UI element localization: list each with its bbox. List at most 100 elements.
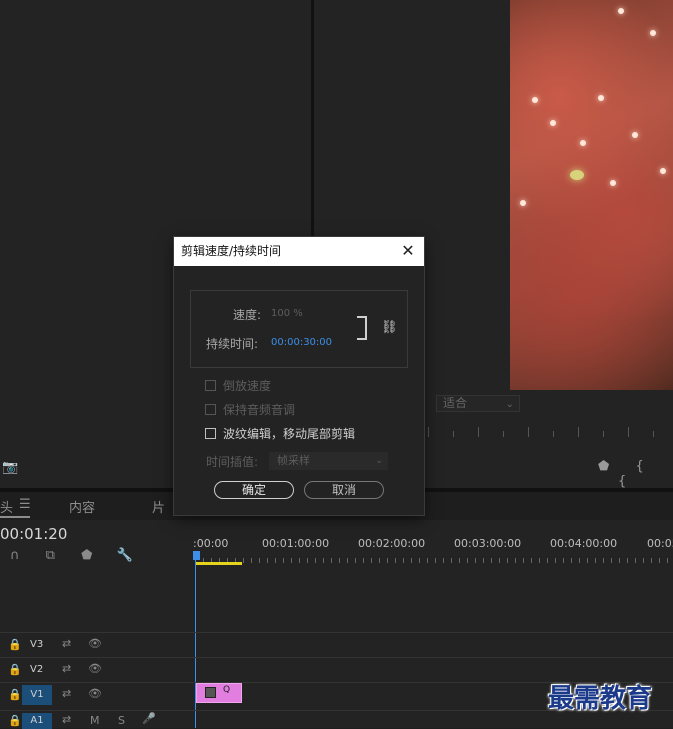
ruler-tick xyxy=(291,558,292,563)
duration-value[interactable]: 00:00:30:00 xyxy=(271,337,332,348)
ruler-tick xyxy=(507,558,508,563)
hamburger-icon[interactable]: ☰ xyxy=(19,497,31,512)
ruler-tick xyxy=(443,558,444,563)
clip-speed-dialog: 剪辑速度/持续时间 ✕ 速度: 100 % 持续时间: 00:00:30:00 … xyxy=(174,237,424,515)
sync-lock-icon[interactable]: ⇄ xyxy=(62,713,71,726)
reverse-speed-label: 倒放速度 xyxy=(223,379,272,393)
dialog-title-bar: 剪辑速度/持续时间 ✕ xyxy=(174,237,424,266)
eye-icon[interactable]: 👁 xyxy=(88,687,102,700)
ruler-label-4: 00:04:00:00 xyxy=(550,537,618,550)
ok-button[interactable]: 确定 xyxy=(214,481,294,499)
program-controls: ⬟ { { xyxy=(598,459,673,489)
link-bracket xyxy=(357,316,367,340)
sync-lock-icon[interactable]: ⇄ xyxy=(62,687,71,700)
ruler-tick xyxy=(547,558,548,563)
mute-button[interactable]: M xyxy=(90,714,100,727)
ruler-tick xyxy=(347,558,348,563)
ruler-tick xyxy=(595,558,596,563)
timeline-ruler[interactable] xyxy=(195,555,673,563)
ruler-tick xyxy=(315,558,316,563)
camera-icon[interactable]: 📷 xyxy=(2,460,18,475)
lock-icon[interactable]: 🔒 xyxy=(8,638,22,651)
speed-value[interactable]: 100 % xyxy=(271,308,303,319)
wrench-icon[interactable]: 🔧 xyxy=(117,548,133,563)
ruler-tick xyxy=(531,558,532,563)
ruler-tick xyxy=(523,558,524,563)
ruler-tick xyxy=(539,558,540,563)
snap-icon[interactable]: ∩ xyxy=(10,548,20,563)
ruler-tick xyxy=(571,558,572,563)
timeline-timecode[interactable]: 00:01:20 xyxy=(0,525,67,543)
marker-icon[interactable]: ⬟ xyxy=(598,459,609,474)
microphone-icon[interactable]: 🎤 xyxy=(142,712,156,725)
ruler-tick xyxy=(243,558,244,563)
chain-link-icon[interactable]: ⛓ xyxy=(381,320,398,335)
ruler-tick xyxy=(355,558,356,563)
track-label[interactable]: V1 xyxy=(22,685,52,705)
ruler-tick xyxy=(627,558,628,563)
ruler-tick xyxy=(323,558,324,563)
fit-select[interactable]: 适合 ⌄ xyxy=(436,395,520,412)
reverse-speed-checkbox[interactable] xyxy=(205,380,216,391)
speed-group xyxy=(190,290,408,368)
ruler-tick xyxy=(307,558,308,563)
ruler-tick xyxy=(251,558,252,563)
clip-label: Q xyxy=(223,685,231,695)
ruler-tick xyxy=(459,558,460,563)
ruler-label-2: 00:02:00:00 xyxy=(358,537,426,550)
maintain-pitch-checkbox[interactable] xyxy=(205,404,216,415)
mark-in-icon[interactable]: { xyxy=(635,459,643,474)
cancel-button[interactable]: 取消 xyxy=(304,481,384,499)
ruler-tick xyxy=(259,558,260,563)
eye-icon[interactable]: 👁 xyxy=(88,637,102,650)
ruler-tick xyxy=(515,558,516,563)
ruler-tick xyxy=(275,558,276,563)
tab-clip[interactable]: 片 xyxy=(152,497,165,516)
tab-content[interactable]: 内容 xyxy=(69,497,95,516)
ruler-tick xyxy=(363,558,364,563)
lock-icon[interactable]: 🔒 xyxy=(8,688,22,701)
ruler-tick xyxy=(387,558,388,563)
duration-label: 持续时间: xyxy=(206,337,259,351)
fit-select-value: 适合 xyxy=(443,396,468,410)
ruler-tick xyxy=(475,558,476,563)
time-interp-value: 帧采样 xyxy=(277,454,310,467)
ripple-edit-checkbox[interactable] xyxy=(205,428,216,439)
track-label[interactable]: V2 xyxy=(30,664,43,675)
ruler-tick xyxy=(635,558,636,563)
ruler-tick xyxy=(659,558,660,563)
tab-underline xyxy=(0,516,30,518)
add-marker-icon[interactable]: ⬟ xyxy=(81,548,92,563)
dialog-title: 剪辑速度/持续时间 xyxy=(181,244,282,258)
watermark: 最需教育 xyxy=(548,684,653,714)
ruler-tick xyxy=(427,558,428,563)
time-interp-dropdown[interactable]: 帧采样 ⌄ xyxy=(269,452,388,470)
track-label[interactable]: A1 xyxy=(22,713,52,729)
program-ruler[interactable] xyxy=(428,425,673,437)
ruler-tick xyxy=(555,558,556,563)
lock-icon[interactable]: 🔒 xyxy=(8,663,22,676)
eye-icon[interactable]: 👁 xyxy=(88,662,102,675)
solo-button[interactable]: S xyxy=(118,714,125,727)
ruler-tick xyxy=(587,558,588,563)
sync-lock-icon[interactable]: ⇄ xyxy=(62,662,71,675)
sync-lock-icon[interactable]: ⇄ xyxy=(62,637,71,650)
lock-icon[interactable]: 🔒 xyxy=(8,714,22,727)
linked-selection-icon[interactable]: ⧉ xyxy=(46,548,55,563)
chevron-down-icon: ⌄ xyxy=(505,399,514,410)
tab-project[interactable]: 头 xyxy=(0,497,13,516)
ruler-tick xyxy=(411,558,412,563)
ruler-tick xyxy=(611,558,612,563)
track-label[interactable]: V3 xyxy=(30,639,43,650)
work-area-bar[interactable] xyxy=(196,562,242,565)
ruler-tick xyxy=(563,558,564,563)
ruler-tick xyxy=(667,558,668,563)
ruler-label-3: 00:03:00:00 xyxy=(454,537,522,550)
ruler-tick xyxy=(379,558,380,563)
mark-out-icon[interactable]: { xyxy=(618,474,626,489)
program-video-frame xyxy=(510,0,673,390)
ruler-tick xyxy=(371,558,372,563)
close-icon[interactable]: ✕ xyxy=(401,243,415,259)
ruler-tick xyxy=(483,558,484,563)
timeline-clip[interactable]: Q xyxy=(196,683,242,703)
